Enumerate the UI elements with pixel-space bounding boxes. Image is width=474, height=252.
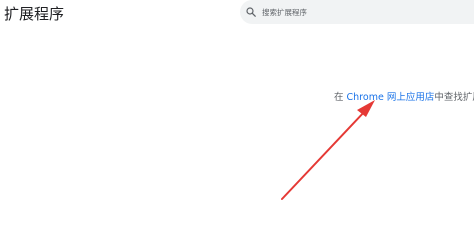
annotation-arrow xyxy=(281,100,375,200)
page-title: 扩展程序 xyxy=(4,5,65,23)
search-icon xyxy=(246,7,256,17)
find-text-prefix: 在 xyxy=(334,92,347,103)
search-input[interactable] xyxy=(262,3,462,21)
find-extensions-text: 在 Chrome 网上应用店中查找扩展 xyxy=(334,89,474,103)
find-text-suffix: 中查找扩展 xyxy=(434,92,474,103)
chrome-web-store-link[interactable]: Chrome 网上应用店 xyxy=(347,92,435,103)
extensions-page: 扩展程序 在 Chrome 网上应用店中查找扩展 xyxy=(0,0,474,252)
